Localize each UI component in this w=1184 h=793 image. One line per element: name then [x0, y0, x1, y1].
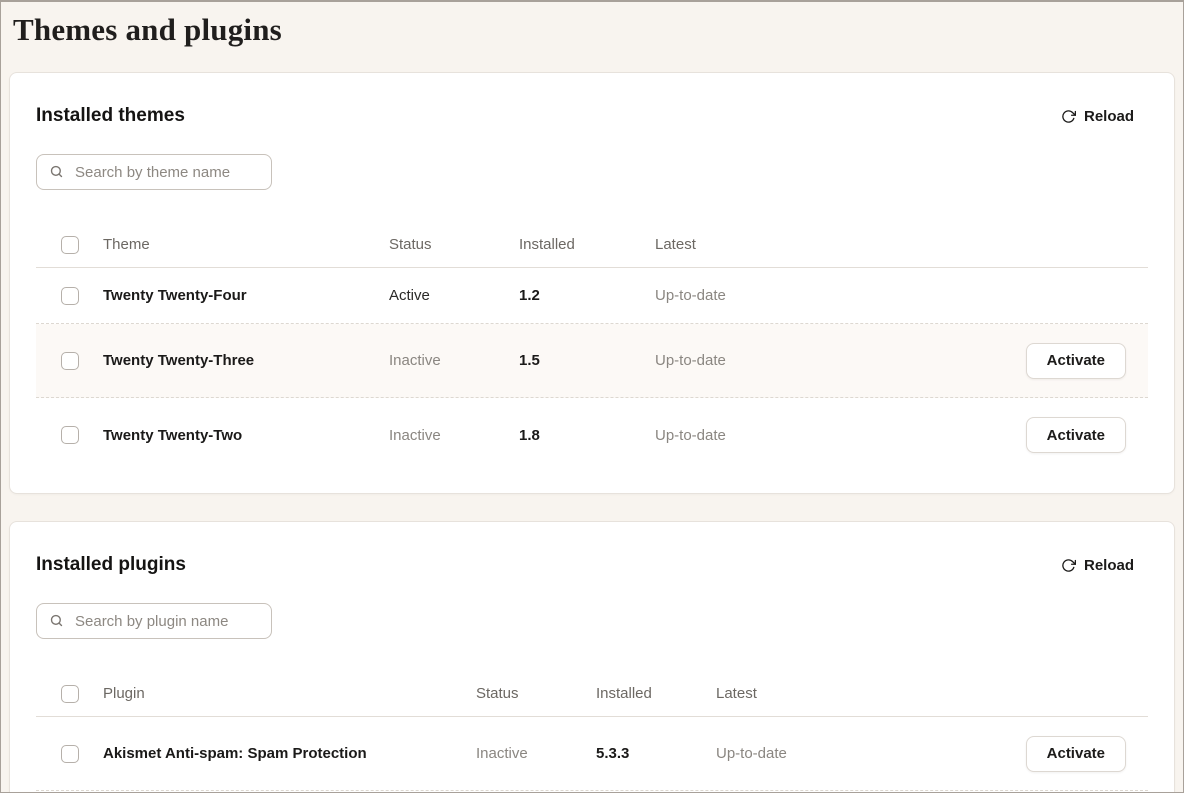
plugin-status: Inactive: [476, 745, 596, 762]
table-row-akismet: Akismet Anti-spam: Spam Protection Inact…: [36, 717, 1148, 791]
theme-search-input[interactable]: [36, 154, 272, 190]
theme-name: Twenty Twenty-Three: [103, 352, 389, 369]
table-row-twenty-twenty-two: Twenty Twenty-Two Inactive 1.8 Up-to-dat…: [36, 398, 1148, 472]
row-checkbox[interactable]: [61, 426, 79, 444]
themes-and-plugins-page: Themes and plugins Installed themes Relo…: [0, 0, 1184, 793]
theme-status: Inactive: [389, 427, 519, 444]
column-header-status: Status: [476, 685, 596, 702]
themes-table: Theme Status Installed Latest Twenty Twe…: [36, 222, 1148, 472]
select-all-themes-checkbox[interactable]: [61, 236, 79, 254]
installed-plugins-title: Installed plugins: [36, 554, 186, 576]
theme-status: Inactive: [389, 352, 519, 369]
column-header-installed: Installed: [596, 685, 716, 702]
plugin-name: Akismet Anti-spam: Spam Protection: [103, 745, 476, 762]
plugin-latest-status: Up-to-date: [716, 745, 1038, 762]
reload-icon: [1061, 109, 1076, 124]
installed-themes-title: Installed themes: [36, 105, 185, 127]
plugins-table: Plugin Status Installed Latest Akismet A…: [36, 671, 1148, 791]
theme-latest-status: Up-to-date: [655, 352, 1038, 369]
reload-label: Reload: [1084, 557, 1134, 574]
theme-installed-version: 1.8: [519, 427, 655, 444]
plugin-installed-version: 5.3.3: [596, 745, 716, 762]
installed-plugins-card: Installed plugins Reload: [9, 521, 1175, 793]
select-all-plugins-checkbox[interactable]: [61, 685, 79, 703]
activate-button[interactable]: Activate: [1026, 736, 1126, 772]
installed-themes-card: Installed themes Reload: [9, 72, 1175, 494]
theme-latest-status: Up-to-date: [655, 427, 1038, 444]
theme-name: Twenty Twenty-Two: [103, 427, 389, 444]
theme-installed-version: 1.2: [519, 287, 655, 304]
row-checkbox[interactable]: [61, 287, 79, 305]
row-checkbox[interactable]: [61, 745, 79, 763]
plugins-table-header: Plugin Status Installed Latest: [36, 671, 1148, 717]
theme-status: Active: [389, 287, 519, 304]
activate-button[interactable]: Activate: [1026, 417, 1126, 453]
plugin-search-input[interactable]: [36, 603, 272, 639]
column-header-installed: Installed: [519, 236, 655, 253]
themes-table-header: Theme Status Installed Latest: [36, 222, 1148, 268]
row-checkbox[interactable]: [61, 352, 79, 370]
column-header-plugin: Plugin: [103, 685, 476, 702]
page-title: Themes and plugins: [13, 12, 1183, 48]
table-row-twenty-twenty-four: Twenty Twenty-Four Active 1.2 Up-to-date: [36, 268, 1148, 324]
column-header-theme: Theme: [103, 236, 389, 253]
column-header-latest: Latest: [716, 685, 1038, 702]
table-row-twenty-twenty-three: Twenty Twenty-Three Inactive 1.5 Up-to-d…: [36, 324, 1148, 398]
theme-latest-status: Up-to-date: [655, 287, 1038, 304]
column-header-status: Status: [389, 236, 519, 253]
activate-button[interactable]: Activate: [1026, 343, 1126, 379]
reload-icon: [1061, 558, 1076, 573]
theme-name: Twenty Twenty-Four: [103, 287, 389, 304]
themes-reload-button[interactable]: Reload: [1059, 106, 1148, 127]
reload-label: Reload: [1084, 108, 1134, 125]
theme-installed-version: 1.5: [519, 352, 655, 369]
plugins-reload-button[interactable]: Reload: [1059, 555, 1148, 576]
column-header-latest: Latest: [655, 236, 1038, 253]
